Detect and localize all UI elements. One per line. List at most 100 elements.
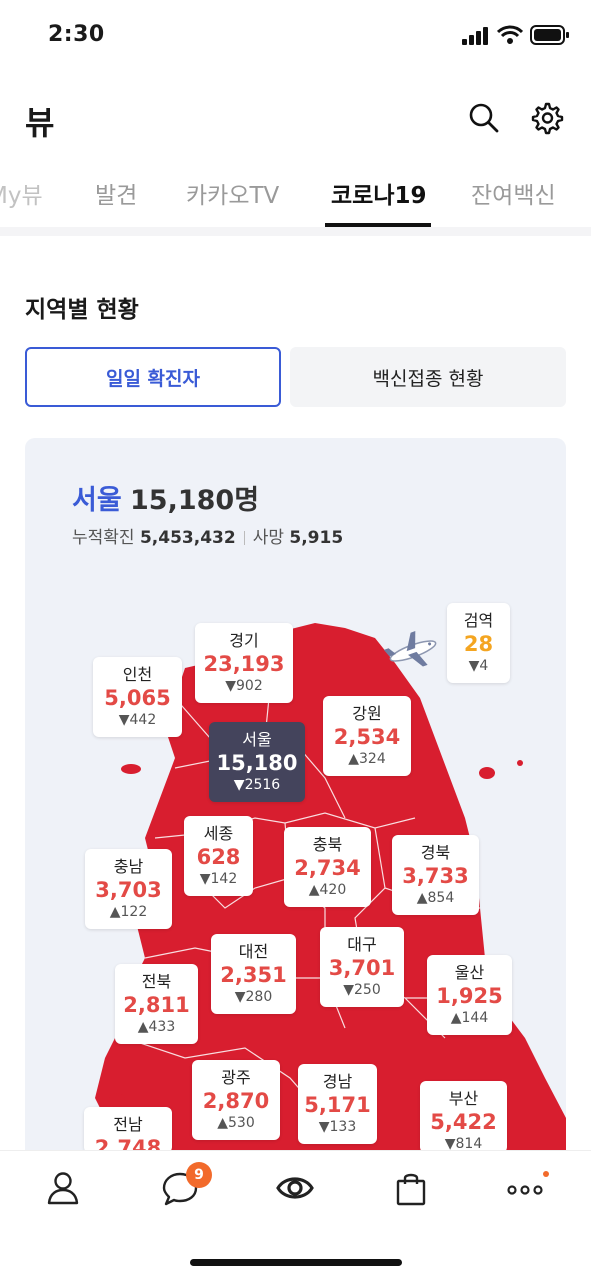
region-quarantine[interactable]: 검역 28 ▼4 bbox=[447, 603, 510, 683]
signal-icon bbox=[462, 27, 488, 45]
region-value: 3,733 bbox=[402, 864, 469, 888]
region-delta: ▼133 bbox=[318, 1119, 357, 1135]
vaccination-status-tab[interactable]: 백신접종 현황 bbox=[290, 347, 566, 407]
region-gwangju[interactable]: 광주 2,870 ▲530 bbox=[192, 1060, 280, 1140]
home-indicator bbox=[190, 1259, 402, 1266]
chat-badge: 9 bbox=[186, 1162, 212, 1188]
region-delta: ▲420 bbox=[308, 882, 347, 898]
view-eye-icon bbox=[276, 1177, 314, 1199]
region-value: 5,065 bbox=[104, 686, 171, 710]
airplane-icon bbox=[383, 631, 437, 667]
region-gyeongbuk[interactable]: 경북 3,733 ▲854 bbox=[392, 835, 479, 915]
region-sejong[interactable]: 세종 628 ▼142 bbox=[184, 816, 253, 896]
region-gyeonggi[interactable]: 경기 23,193 ▼902 bbox=[195, 623, 293, 703]
region-name: 대전 bbox=[238, 942, 269, 961]
cumulative-value: 5,453,432 bbox=[139, 528, 236, 548]
region-daegu[interactable]: 대구 3,701 ▼250 bbox=[320, 927, 404, 1007]
region-value: 28 bbox=[463, 632, 494, 656]
region-name: 충남 bbox=[113, 857, 144, 876]
region-value: 3,703 bbox=[95, 878, 162, 902]
nav-more[interactable] bbox=[506, 1168, 549, 1208]
region-name: 전북 bbox=[141, 972, 172, 991]
region-name: 경남 bbox=[322, 1072, 353, 1091]
settings-button[interactable] bbox=[528, 100, 564, 136]
death-label: 사망 bbox=[252, 528, 284, 548]
region-delta: ▼4 bbox=[468, 658, 489, 674]
selected-region-count: 15,180명 bbox=[130, 485, 260, 516]
region-name: 충북 bbox=[312, 835, 343, 854]
region-delta: ▼250 bbox=[343, 982, 381, 998]
region-value: 5,171 bbox=[304, 1093, 371, 1117]
person-icon bbox=[47, 1172, 79, 1205]
status-time: 2:30 bbox=[48, 22, 105, 47]
region-value: 23,193 bbox=[203, 652, 285, 676]
cumulative-summary: 누적확진 5,453,432 사망 5,915 bbox=[72, 523, 343, 548]
region-seoul[interactable]: 서울 15,180 ▼2516 bbox=[209, 722, 305, 802]
search-icon bbox=[469, 103, 499, 133]
battery-icon bbox=[530, 25, 569, 45]
region-name: 광주 bbox=[221, 1068, 251, 1087]
shopping-bag-icon bbox=[396, 1173, 426, 1206]
region-value: 628 bbox=[196, 845, 241, 869]
region-value: 1,925 bbox=[436, 984, 503, 1008]
tab-my-view[interactable]: My뷰 bbox=[0, 176, 43, 210]
region-name: 서울 bbox=[242, 730, 272, 749]
region-busan[interactable]: 부산 5,422 ▼814 bbox=[420, 1081, 507, 1153]
region-delta: ▼2516 bbox=[233, 777, 281, 793]
nav-shopping[interactable] bbox=[391, 1168, 431, 1208]
region-name: 전남 bbox=[113, 1115, 143, 1134]
region-name: 세종 bbox=[203, 824, 234, 843]
separator bbox=[243, 531, 245, 545]
region-gyeongnam[interactable]: 경남 5,171 ▼133 bbox=[298, 1064, 377, 1144]
region-delta: ▲433 bbox=[137, 1019, 176, 1035]
region-jeonnam[interactable]: 전남 2,748 bbox=[84, 1107, 172, 1153]
region-name: 인천 bbox=[122, 665, 153, 684]
daily-cases-tab[interactable]: 일일 확진자 bbox=[25, 347, 281, 407]
region-value: 15,180 bbox=[216, 751, 298, 775]
region-delta: ▲324 bbox=[348, 751, 386, 767]
region-value: 5,422 bbox=[430, 1110, 497, 1134]
tab-covid19[interactable]: 코로나19 bbox=[331, 176, 427, 210]
region-name: 부산 bbox=[448, 1089, 479, 1108]
more-icon bbox=[507, 1171, 549, 1195]
region-value: 2,351 bbox=[220, 963, 287, 987]
region-jeonbuk[interactable]: 전북 2,811 ▲433 bbox=[115, 964, 198, 1044]
nav-view[interactable] bbox=[275, 1168, 315, 1208]
region-value: 2,534 bbox=[333, 725, 401, 749]
region-delta: ▲122 bbox=[109, 904, 148, 920]
region-delta: ▼902 bbox=[225, 678, 263, 694]
region-delta: ▲530 bbox=[217, 1115, 255, 1131]
death-value: 5,915 bbox=[289, 528, 344, 548]
region-name: 경북 bbox=[420, 843, 451, 862]
wifi-icon bbox=[497, 25, 523, 44]
nav-friends[interactable] bbox=[43, 1168, 83, 1208]
tab-leftover-vaccine[interactable]: 잔여백신 bbox=[471, 176, 556, 210]
region-ulsan[interactable]: 울산 1,925 ▲144 bbox=[427, 955, 512, 1035]
region-delta: ▲144 bbox=[450, 1010, 489, 1026]
gear-icon bbox=[531, 102, 564, 135]
region-incheon[interactable]: 인천 5,065 ▼442 bbox=[93, 657, 182, 737]
tab-discover[interactable]: 발견 bbox=[95, 176, 137, 210]
region-value: 2,870 bbox=[202, 1089, 270, 1113]
region-value: 2,811 bbox=[123, 993, 190, 1017]
region-name: 경기 bbox=[229, 631, 259, 650]
selected-region-name: 서울 bbox=[72, 485, 122, 516]
section-title: 지역별 현황 bbox=[25, 297, 139, 323]
cumulative-label: 누적확진 bbox=[72, 528, 135, 548]
region-daejeon[interactable]: 대전 2,351 ▼280 bbox=[211, 934, 296, 1014]
region-value: 3,701 bbox=[328, 956, 396, 980]
search-button[interactable] bbox=[466, 100, 502, 136]
region-value: 2,734 bbox=[294, 856, 361, 880]
region-delta: ▼142 bbox=[199, 871, 238, 887]
region-gangwon[interactable]: 강원 2,534 ▲324 bbox=[323, 696, 411, 776]
region-delta: ▲854 bbox=[416, 890, 455, 906]
region-delta: ▼442 bbox=[118, 712, 157, 728]
region-name: 검역 bbox=[463, 611, 494, 630]
divider bbox=[0, 227, 591, 236]
region-delta: ▼280 bbox=[234, 989, 273, 1005]
region-name: 울산 bbox=[454, 963, 485, 982]
region-chungbuk[interactable]: 충북 2,734 ▲420 bbox=[284, 827, 371, 907]
tab-kakaotv[interactable]: 카카오TV bbox=[186, 176, 279, 210]
region-chungnam[interactable]: 충남 3,703 ▲122 bbox=[85, 849, 172, 929]
region-name: 대구 bbox=[347, 935, 377, 954]
